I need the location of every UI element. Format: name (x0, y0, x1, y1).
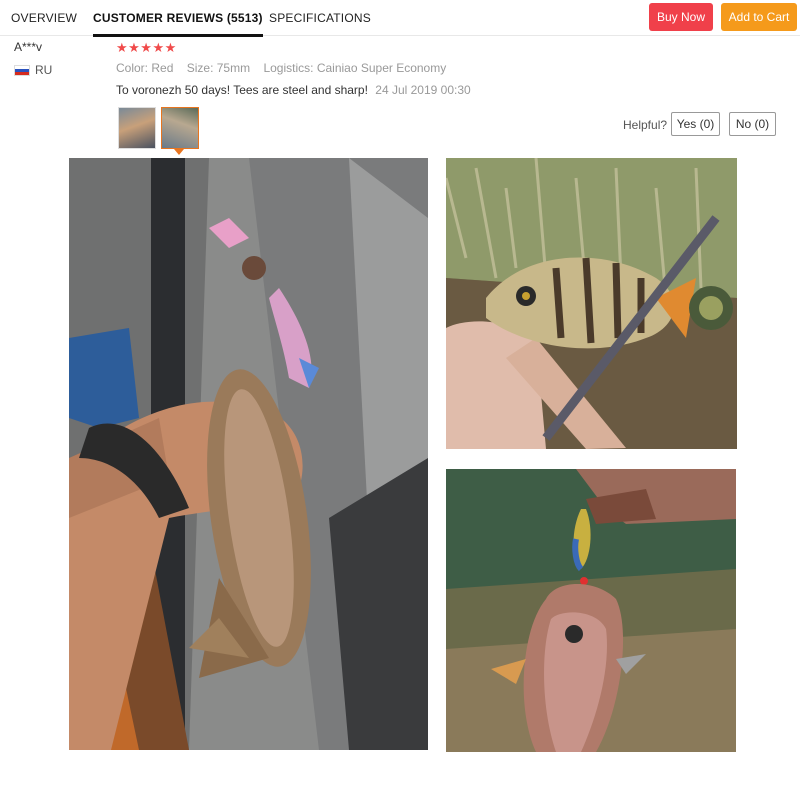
color-value: Red (151, 61, 174, 75)
review-text: To voronezh 50 days! Tees are steel and … (116, 83, 368, 97)
size-value: 75mm (216, 61, 251, 75)
fish-over-water-photo (446, 469, 736, 752)
buy-now-button[interactable]: Buy Now (649, 3, 713, 31)
size-label: Size: (186, 61, 214, 75)
review-photo-main[interactable] (69, 158, 428, 750)
reviewer-name: A***v (14, 40, 43, 54)
add-to-cart-button[interactable]: Add to Cart (721, 3, 797, 31)
review-date: 24 Jul 2019 00:30 (375, 83, 471, 97)
tab-bar: OVERVIEW CUSTOMER REVIEWS (5513) SPECIFI… (0, 0, 800, 37)
review-photo-perch[interactable] (446, 158, 737, 449)
color-label: Color: (116, 61, 149, 75)
star-rating: ★★★★★ (116, 40, 177, 55)
reviewer-country: RU (14, 63, 52, 77)
review-body: To voronezh 50 days! Tees are steel and … (116, 83, 471, 97)
logistics-value: Cainiao Super Economy (316, 61, 447, 75)
tab-specifications[interactable]: SPECIFICATIONS (269, 0, 371, 36)
selected-thumbnail-caret-icon (174, 149, 184, 155)
review-photo-water[interactable] (446, 469, 736, 752)
country-code: RU (35, 63, 53, 77)
helpful-label: Helpful? (623, 118, 668, 132)
tab-customer-reviews[interactable]: CUSTOMER REVIEWS (5513) (93, 0, 263, 37)
russia-flag-icon (14, 64, 30, 76)
perch-photo (446, 158, 737, 449)
fish-in-hand-photo (69, 158, 428, 750)
review-thumbnail-2-selected[interactable] (161, 107, 199, 149)
helpful-no-button[interactable]: No (0) (729, 112, 776, 136)
review-thumbnail-1[interactable] (118, 107, 156, 149)
tab-overview[interactable]: OVERVIEW (11, 0, 77, 36)
review-attributes: Color: Red Size: 75mm Logistics: Cainiao… (116, 61, 456, 75)
helpful-yes-button[interactable]: Yes (0) (671, 112, 720, 136)
logistics-label: Logistics: (263, 61, 314, 75)
